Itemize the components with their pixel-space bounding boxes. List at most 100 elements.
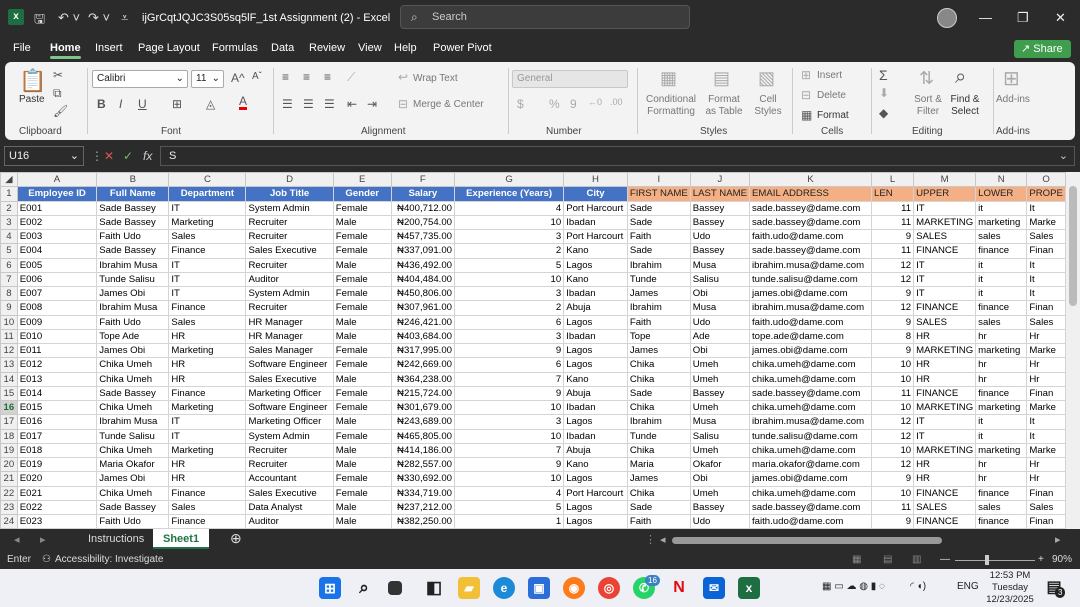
cell[interactable]: Marketing [168, 214, 247, 231]
cell[interactable]: finance [975, 243, 1028, 259]
cell[interactable]: Faith Udo [96, 314, 170, 330]
cell[interactable]: Male [332, 499, 392, 516]
column-header-f[interactable]: F [390, 172, 456, 188]
row-header[interactable]: 5 [0, 243, 18, 259]
cell[interactable]: ibrahim.musa@dame.com [749, 257, 872, 273]
scroll-left-icon[interactable]: ◂ [660, 533, 666, 546]
cell[interactable]: It [1026, 428, 1066, 444]
column-header-o[interactable]: O [1026, 172, 1066, 188]
cell[interactable]: Abuja [563, 385, 628, 402]
scroll-right-icon[interactable]: ▸ [1055, 533, 1061, 546]
cell[interactable]: E017 [16, 428, 98, 444]
cell[interactable]: Recruiter [245, 257, 334, 273]
cell[interactable]: Male [332, 328, 392, 345]
cell[interactable]: 9 [870, 471, 915, 487]
spreadsheet-table[interactable]: ◢ A B C D E F G H I J K L M N O 1 Employee ID Full Name De… [0, 172, 1066, 529]
cell[interactable]: Chika Umeh [96, 485, 170, 501]
edge-icon[interactable]: e [493, 577, 515, 599]
paste-label[interactable]: Paste [19, 94, 45, 105]
cell[interactable]: Abuja [563, 300, 628, 316]
cell[interactable]: Finan [1026, 513, 1066, 529]
zoom-slider-thumb[interactable] [985, 555, 989, 565]
cell[interactable]: Marketing Officer [245, 385, 334, 402]
column-header-g[interactable]: G [453, 172, 565, 188]
cell[interactable]: Lagos [563, 342, 628, 359]
cell[interactable]: Kano [563, 243, 628, 259]
zoom-level[interactable]: 90% [1052, 554, 1072, 565]
windows-start-icon[interactable]: ⊞ [319, 577, 341, 599]
cell[interactable]: Tunde Salisu [96, 271, 170, 288]
cell[interactable]: Ade [689, 328, 751, 345]
cell[interactable]: Salisu [689, 428, 751, 444]
row-header[interactable]: 12 [0, 342, 18, 359]
cell[interactable]: Sales [168, 314, 247, 330]
cell[interactable]: SALES [913, 314, 977, 330]
format-painter-icon[interactable]: 🖌 [53, 104, 68, 118]
cell[interactable]: chika.umeh@dame.com [749, 357, 872, 373]
cell[interactable]: Umeh [689, 399, 751, 416]
merge-icon[interactable]: ⊟ [398, 97, 408, 111]
row-header[interactable]: 19 [0, 442, 18, 459]
zoom-in-icon[interactable]: + [1038, 554, 1044, 565]
fill-color-icon[interactable]: ◬ [206, 97, 215, 111]
cell[interactable]: Ibadan [563, 328, 628, 345]
cell[interactable]: ₦436,492.00 [390, 257, 456, 273]
copy-icon[interactable]: ⧉ [53, 86, 62, 101]
column-header-d[interactable]: D [245, 172, 334, 188]
cell[interactable]: Male [332, 257, 392, 273]
cell[interactable]: it [975, 257, 1028, 273]
undo-icon[interactable]: ↶ ˅ [58, 10, 80, 26]
cell[interactable]: Marke [1026, 442, 1066, 459]
cell[interactable]: ₦215,724.00 [390, 385, 456, 402]
cell[interactable]: Male [332, 442, 392, 459]
cell[interactable]: Obi [689, 471, 751, 487]
cell[interactable]: Department [168, 186, 247, 202]
increase-decimal-icon[interactable]: ←0 [588, 97, 602, 107]
cell[interactable]: 11 [870, 385, 915, 402]
cell[interactable]: Finance [168, 513, 247, 529]
page-layout-view-icon[interactable]: ▤ [883, 554, 892, 565]
cell[interactable]: tope.ade@dame.com [749, 328, 872, 345]
cell[interactable]: sales [975, 228, 1028, 245]
cell[interactable]: E016 [16, 414, 98, 430]
column-header-j[interactable]: J [689, 172, 751, 188]
cell[interactable]: 2 [453, 243, 565, 259]
cell[interactable]: James [626, 285, 691, 302]
cell[interactable]: Tunde Salisu [96, 428, 170, 444]
cell[interactable]: Chika [626, 399, 691, 416]
cell[interactable]: Faith Udo [96, 228, 170, 245]
cell[interactable]: hr [975, 328, 1028, 345]
cell[interactable]: Finan [1026, 485, 1066, 501]
cell[interactable]: System Admin [245, 200, 334, 216]
widgets-icon[interactable]: ◧ [423, 577, 445, 599]
cell[interactable]: ₦307,961.00 [390, 300, 456, 316]
cell[interactable]: 9 [870, 285, 915, 302]
cell[interactable]: E007 [16, 285, 98, 302]
column-header-c[interactable]: C [168, 172, 247, 188]
cell[interactable]: ₦364,238.00 [390, 371, 456, 387]
cell[interactable]: Bassey [689, 214, 751, 231]
cell[interactable]: Chika [626, 485, 691, 501]
cell[interactable]: 12 [870, 257, 915, 273]
cell[interactable]: ₦243,689.00 [390, 414, 456, 430]
page-break-view-icon[interactable]: ▥ [912, 554, 921, 565]
cell[interactable]: IT [913, 271, 977, 288]
prev-sheet-icon[interactable]: ◂ [14, 533, 20, 546]
cell[interactable]: it [975, 285, 1028, 302]
cell[interactable]: chika.umeh@dame.com [749, 485, 872, 501]
row-header[interactable]: 21 [0, 471, 18, 487]
cell[interactable]: IT [913, 200, 977, 216]
row-header[interactable]: 13 [0, 357, 18, 373]
cell[interactable]: Marketing Officer [245, 414, 334, 430]
cell[interactable]: Port Harcourt [563, 200, 628, 216]
share-button[interactable]: ↗ Share [1014, 40, 1071, 58]
cell[interactable]: 12 [870, 414, 915, 430]
cell[interactable]: Chika [626, 357, 691, 373]
accessibility-icon[interactable]: ⚇ [42, 554, 51, 565]
cell[interactable]: ₦414,186.00 [390, 442, 456, 459]
tab-file[interactable]: File [13, 42, 31, 54]
cell[interactable]: Finance [168, 243, 247, 259]
cancel-icon[interactable]: ✕ [104, 149, 114, 163]
cell[interactable]: E011 [16, 342, 98, 359]
cell[interactable]: HR [168, 456, 247, 473]
